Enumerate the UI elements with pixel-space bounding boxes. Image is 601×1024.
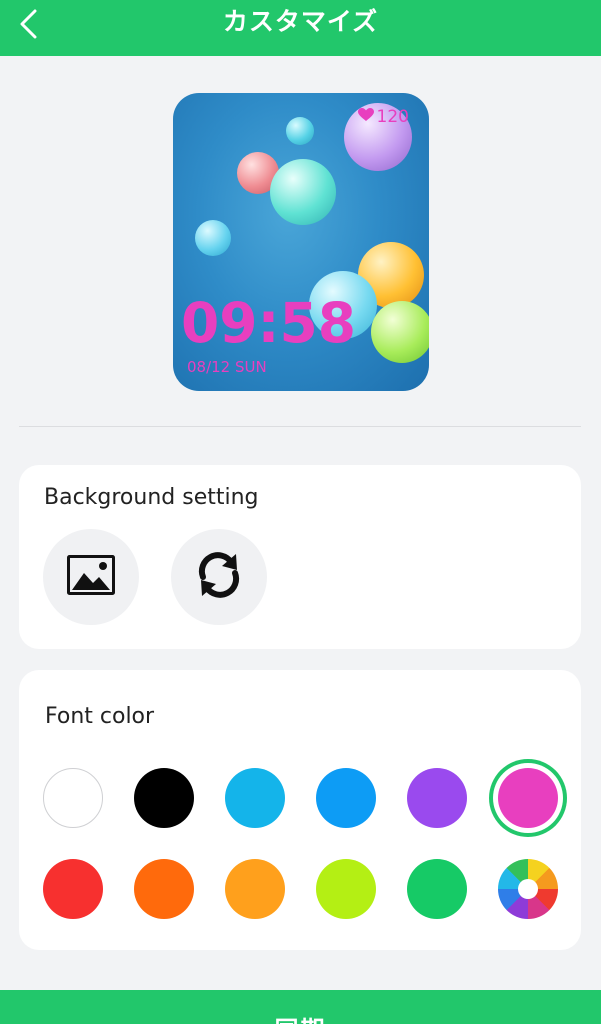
image-icon	[67, 555, 115, 599]
color-swatch-blue[interactable]	[316, 768, 376, 828]
color-swatch-green[interactable]	[407, 859, 467, 919]
watch-face-preview: 120 09:58 08/12 SUN	[173, 93, 429, 391]
decorative-ball	[195, 220, 231, 256]
color-swatch-white[interactable]	[43, 768, 103, 828]
color-swatch-magenta-selected[interactable]	[498, 768, 558, 828]
background-setting-card: Background setting	[19, 465, 581, 649]
font-color-card: Font color	[19, 670, 581, 950]
choose-image-button[interactable]	[43, 529, 139, 625]
color-swatch-amber[interactable]	[225, 859, 285, 919]
section-divider	[19, 426, 581, 427]
heart-rate-value: 120	[376, 107, 409, 127]
top-navigation-bar: カスタマイズ	[0, 0, 601, 56]
color-swatch-black[interactable]	[134, 768, 194, 828]
decorative-ball	[286, 117, 314, 145]
reset-background-button[interactable]	[171, 529, 267, 625]
heart-icon	[357, 108, 374, 126]
watch-time: 09:58	[181, 291, 357, 355]
color-swatch-lime[interactable]	[316, 859, 376, 919]
font-color-title: Font color	[45, 704, 155, 729]
color-swatch-red[interactable]	[43, 859, 103, 919]
decorative-ball	[270, 159, 336, 225]
sync-button[interactable]: 同期	[0, 990, 601, 1024]
color-wheel-icon[interactable]	[498, 859, 558, 919]
color-swatch-orange[interactable]	[134, 859, 194, 919]
color-swatch-purple[interactable]	[407, 768, 467, 828]
heart-rate-display: 120	[357, 107, 409, 127]
decorative-ball	[371, 301, 429, 363]
color-swatch-cyan[interactable]	[225, 768, 285, 828]
background-setting-title: Background setting	[44, 485, 259, 510]
refresh-icon	[194, 550, 244, 604]
page-title: カスタマイズ	[222, 7, 379, 36]
sync-label: 同期	[0, 1010, 601, 1024]
watch-date: 08/12 SUN	[187, 358, 267, 376]
